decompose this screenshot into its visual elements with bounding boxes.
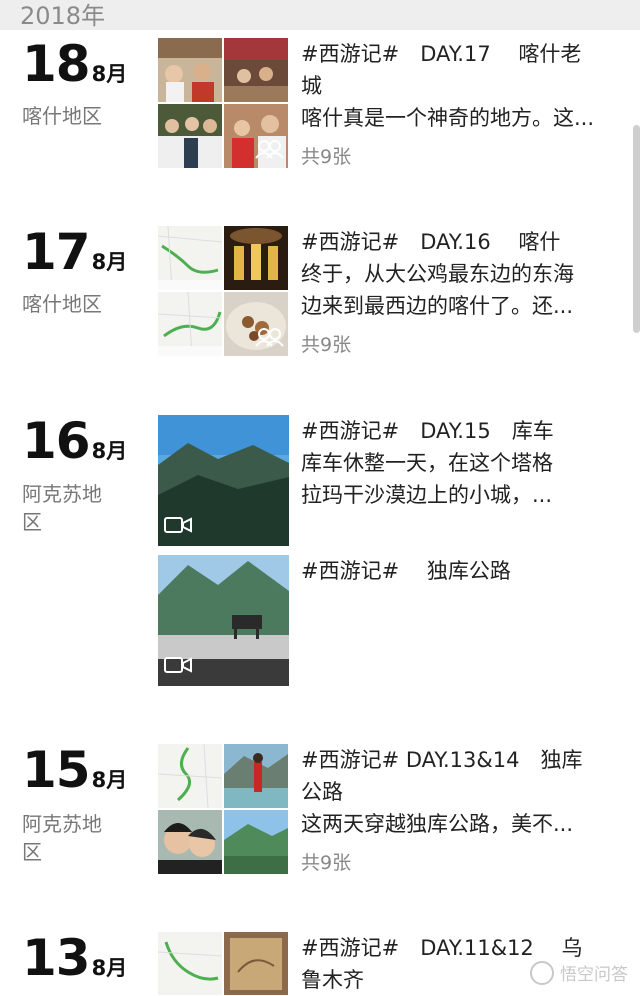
post-day: 18: [22, 35, 91, 93]
post-date: 138月: [22, 932, 127, 984]
scrollbar[interactable]: [633, 125, 640, 333]
post-day: 15: [22, 741, 91, 799]
post-month: 8月: [91, 439, 128, 463]
post-location-line: 区: [22, 840, 42, 864]
post-text-line: 拉玛干沙漠边上的小城，...: [301, 483, 553, 507]
map-thumbnail[interactable]: [158, 744, 222, 808]
post-location-line: 阿克苏地: [22, 812, 102, 836]
post-text[interactable]: #西游记# DAY.16 喀什 终于，从大公鸡最东边的东海 边来到最西边的喀什了…: [301, 226, 611, 322]
post-month: 8月: [91, 956, 128, 980]
multi-photo-icon: [254, 138, 284, 164]
post-text-line: 公路: [301, 780, 343, 804]
post-month: 8月: [91, 250, 128, 274]
photo-thumbnail[interactable]: [224, 104, 288, 168]
post-date: 188月: [22, 38, 127, 90]
post-text-line: #西游记# DAY.16 喀什: [301, 230, 561, 254]
video-thumbnail[interactable]: [158, 415, 289, 546]
post-location: 阿克苏地 区: [22, 810, 117, 866]
photo-grid[interactable]: [158, 744, 288, 874]
post-date: 158月: [22, 744, 127, 796]
post-text[interactable]: #西游记# DAY.15 库车 库车休整一天，在这个塔格 拉玛干沙漠边上的小城，…: [301, 415, 611, 511]
photo-thumbnail[interactable]: [224, 932, 288, 995]
map-thumbnail[interactable]: [158, 932, 222, 995]
watermark: 悟空问答: [530, 960, 628, 985]
photo-count: 共9张: [301, 334, 352, 356]
photo-grid[interactable]: [158, 38, 288, 168]
photo-thumbnail[interactable]: [158, 104, 222, 168]
year-header: 2018年: [0, 0, 640, 30]
post-text[interactable]: #西游记# DAY.13&14 独库 公路 这两天穿越独库公路，美不...: [301, 744, 611, 840]
post-location-line: 区: [22, 510, 42, 534]
post-location: 阿克苏地 区: [22, 480, 117, 536]
post-text[interactable]: #西游记# DAY.17 喀什老 城 喀什真是一个神奇的地方。这...: [301, 38, 611, 134]
photo-count: 共9张: [301, 146, 352, 168]
photo-thumbnail[interactable]: [224, 226, 288, 290]
post-text-line: 边来到最西边的喀什了。还...: [301, 294, 574, 318]
post-text-line: #西游记# DAY.17 喀什老: [301, 42, 582, 66]
post-month: 8月: [91, 768, 128, 792]
post-text-line: #西游记# 独库公路: [301, 559, 511, 583]
post-text-line: 库车休整一天，在这个塔格: [301, 451, 553, 475]
photo-thumbnail[interactable]: [158, 38, 222, 102]
post-location: 喀什地区: [22, 104, 102, 128]
post-date: 178月: [22, 226, 127, 278]
post-text[interactable]: #西游记# 独库公路: [301, 555, 611, 587]
post-day: 16: [22, 412, 91, 470]
post-text-line: 城: [301, 74, 322, 98]
video-camera-icon: [164, 656, 192, 678]
photo-thumbnail[interactable]: [224, 744, 288, 808]
photo-count: 共9张: [301, 852, 352, 874]
post-text-line: 这两天穿越独库公路，美不...: [301, 812, 574, 836]
photo-grid[interactable]: [158, 226, 288, 356]
multi-photo-icon: [254, 326, 284, 352]
map-thumbnail[interactable]: [158, 292, 222, 356]
watermark-logo-icon: [530, 960, 554, 985]
photo-thumbnail[interactable]: [158, 810, 222, 874]
photo-thumbnail[interactable]: [224, 292, 288, 356]
post-location: 喀什地区: [22, 292, 102, 316]
post-day: 13: [22, 929, 91, 987]
photo-thumbnail[interactable]: [224, 38, 288, 102]
map-thumbnail[interactable]: [158, 226, 222, 290]
photo-grid[interactable]: [158, 932, 288, 995]
watermark-text: 悟空问答: [560, 965, 628, 985]
post-text-line: 喀什真是一个神奇的地方。这...: [301, 106, 595, 130]
post-day: 17: [22, 223, 91, 281]
post-text-line: #西游记# DAY.15 库车: [301, 419, 554, 443]
video-camera-icon: [164, 516, 192, 538]
video-thumbnail[interactable]: [158, 555, 289, 686]
post-text-line: #西游记# DAY.13&14 独库: [301, 748, 583, 772]
photo-thumbnail[interactable]: [224, 810, 288, 874]
post-month: 8月: [91, 62, 128, 86]
year-label: 2018年: [20, 2, 106, 30]
post-location-line: 阿克苏地: [22, 482, 102, 506]
post-text-line: 终于，从大公鸡最东边的东海: [301, 262, 574, 286]
post-date: 168月: [22, 415, 127, 467]
